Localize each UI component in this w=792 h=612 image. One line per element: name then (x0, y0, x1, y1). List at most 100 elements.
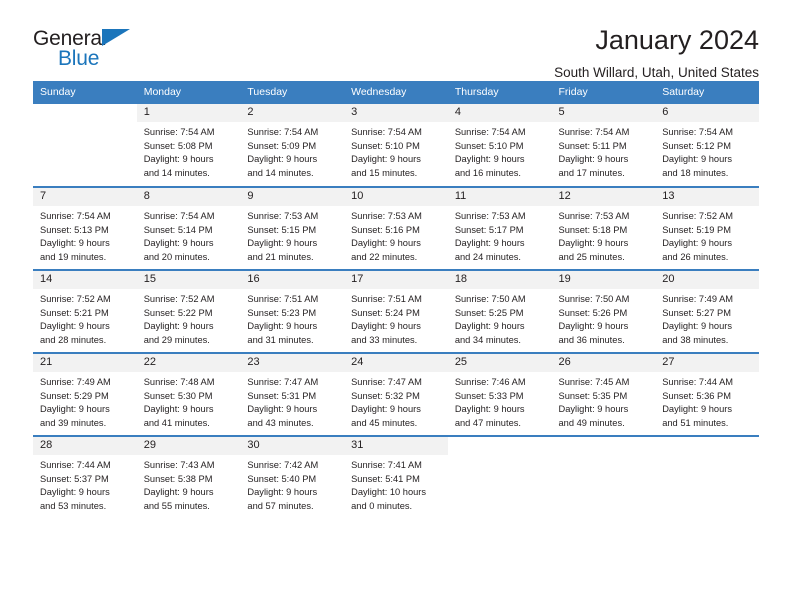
day-cell[interactable]: 6 Sunrise: 7:54 AM Sunset: 5:12 PM Dayli… (655, 104, 759, 187)
day-cell[interactable]: 12 Sunrise: 7:53 AM Sunset: 5:18 PM Dayl… (551, 186, 656, 270)
daylight-text-line1: Daylight: 9 hours (40, 238, 110, 249)
daylight-text-line1: Daylight: 9 hours (558, 154, 629, 165)
calendar-week-row: 14 Sunrise: 7:52 AM Sunset: 5:21 PM Dayl… (33, 269, 759, 353)
day-cell[interactable]: 15 Sunrise: 7:52 AM Sunset: 5:22 PM Dayl… (136, 269, 241, 353)
day-cell[interactable]: 14 Sunrise: 7:52 AM Sunset: 5:21 PM Dayl… (33, 269, 137, 353)
daylight-text-line2: and 26 minutes. (662, 251, 729, 262)
day-cell[interactable]: 3 Sunrise: 7:54 AM Sunset: 5:10 PM Dayli… (344, 104, 448, 187)
daylight-text-line2: and 34 minutes. (454, 334, 521, 345)
page-title: January 2024 (595, 25, 759, 55)
daylight-text-line1: Daylight: 9 hours (143, 154, 214, 165)
day-number: 25 (447, 354, 552, 372)
daylight-text-line2: and 24 minutes. (454, 251, 521, 262)
day-cell[interactable]: 13 Sunrise: 7:52 AM Sunset: 5:19 PM Dayl… (655, 186, 759, 270)
daylight-text-line1: Daylight: 9 hours (40, 404, 110, 415)
day-cell[interactable]: 25 Sunrise: 7:46 AM Sunset: 5:33 PM Dayl… (447, 352, 552, 436)
day-number: 14 (33, 271, 137, 289)
day-cell[interactable]: 22 Sunrise: 7:48 AM Sunset: 5:30 PM Dayl… (136, 352, 241, 436)
daylight-text-line2: and 38 minutes. (662, 334, 729, 345)
calendar-week-row: 21 Sunrise: 7:49 AM Sunset: 5:29 PM Dayl… (33, 352, 759, 436)
daylight-text-line1: Daylight: 9 hours (143, 321, 214, 332)
daylight-text-line1: Daylight: 9 hours (247, 404, 318, 415)
day-number: 30 (240, 437, 345, 455)
sunrise-text: Sunrise: 7:51 AM (351, 294, 422, 304)
day-cell[interactable]: 23 Sunrise: 7:47 AM Sunset: 5:31 PM Dayl… (240, 352, 345, 436)
day-number: 10 (344, 188, 448, 206)
day-details: Sunrise: 7:41 AM Sunset: 5:41 PM Dayligh… (344, 455, 448, 513)
day-number: 16 (240, 271, 345, 289)
daylight-text-line2: and 0 minutes. (351, 500, 413, 511)
day-details: Sunrise: 7:53 AM Sunset: 5:16 PM Dayligh… (344, 206, 448, 264)
sunset-text: Sunset: 5:09 PM (247, 140, 317, 151)
sunrise-text: Sunrise: 7:52 AM (662, 211, 734, 221)
day-cell[interactable]: 7 Sunrise: 7:54 AM Sunset: 5:13 PM Dayli… (33, 186, 137, 270)
day-number (33, 104, 137, 122)
day-details: Sunrise: 7:51 AM Sunset: 5:23 PM Dayligh… (240, 289, 344, 347)
day-cell[interactable]: 31 Sunrise: 7:41 AM Sunset: 5:41 PM Dayl… (344, 435, 448, 519)
sunset-text: Sunset: 5:36 PM (662, 390, 731, 401)
daylight-text-line1: Daylight: 9 hours (247, 487, 318, 498)
day-cell[interactable]: 20 Sunrise: 7:49 AM Sunset: 5:27 PM Dayl… (655, 269, 759, 353)
daylight-text-line1: Daylight: 9 hours (351, 404, 421, 415)
sunset-text: Sunset: 5:27 PM (662, 307, 731, 318)
calendar-week-row: 28 Sunrise: 7:44 AM Sunset: 5:37 PM Dayl… (33, 435, 759, 519)
daylight-text-line2: and 29 minutes. (143, 334, 210, 345)
day-number: 31 (344, 437, 448, 455)
day-cell[interactable]: 5 Sunrise: 7:54 AM Sunset: 5:11 PM Dayli… (551, 104, 656, 187)
sunset-text: Sunset: 5:21 PM (40, 307, 109, 318)
daylight-text-line1: Daylight: 9 hours (662, 238, 732, 249)
day-cell[interactable]: 11 Sunrise: 7:53 AM Sunset: 5:17 PM Dayl… (447, 186, 552, 270)
day-cell[interactable]: 4 Sunrise: 7:54 AM Sunset: 5:10 PM Dayli… (447, 104, 552, 187)
sunrise-text: Sunrise: 7:54 AM (143, 127, 215, 137)
day-cell[interactable]: 28 Sunrise: 7:44 AM Sunset: 5:37 PM Dayl… (33, 435, 137, 519)
day-cell[interactable]: 19 Sunrise: 7:50 AM Sunset: 5:26 PM Dayl… (551, 269, 656, 353)
day-number: 29 (136, 437, 241, 455)
daylight-text-line2: and 49 minutes. (558, 417, 625, 428)
day-details: Sunrise: 7:42 AM Sunset: 5:40 PM Dayligh… (240, 455, 344, 513)
daylight-text-line1: Daylight: 9 hours (247, 154, 318, 165)
day-cell[interactable]: 18 Sunrise: 7:50 AM Sunset: 5:25 PM Dayl… (447, 269, 552, 353)
day-cell[interactable]: 29 Sunrise: 7:43 AM Sunset: 5:38 PM Dayl… (136, 435, 241, 519)
day-cell[interactable]: 21 Sunrise: 7:49 AM Sunset: 5:29 PM Dayl… (33, 352, 137, 436)
sunset-text: Sunset: 5:35 PM (558, 390, 628, 401)
sunrise-text: Sunrise: 7:46 AM (454, 377, 526, 387)
calendar-body: 1 Sunrise: 7:54 AM Sunset: 5:08 PM Dayli… (33, 104, 759, 519)
sunrise-text: Sunrise: 7:44 AM (662, 377, 734, 387)
daylight-text-line1: Daylight: 9 hours (558, 404, 629, 415)
sunrise-text: Sunrise: 7:53 AM (247, 211, 319, 221)
sunrise-text: Sunrise: 7:47 AM (351, 377, 422, 387)
day-details: Sunrise: 7:54 AM Sunset: 5:08 PM Dayligh… (137, 122, 241, 180)
day-cell[interactable]: 27 Sunrise: 7:44 AM Sunset: 5:36 PM Dayl… (655, 352, 759, 436)
daylight-text-line2: and 43 minutes. (247, 417, 314, 428)
sunset-text: Sunset: 5:40 PM (247, 473, 317, 484)
sunrise-text: Sunrise: 7:54 AM (247, 127, 319, 137)
daylight-text-line2: and 57 minutes. (247, 500, 314, 511)
sunrise-text: Sunrise: 7:54 AM (40, 211, 111, 221)
day-cell[interactable]: 17 Sunrise: 7:51 AM Sunset: 5:24 PM Dayl… (344, 269, 448, 353)
page-subtitle: South Willard, Utah, United States (554, 65, 759, 81)
day-cell[interactable]: 10 Sunrise: 7:53 AM Sunset: 5:16 PM Dayl… (344, 186, 448, 270)
day-cell[interactable]: 16 Sunrise: 7:51 AM Sunset: 5:23 PM Dayl… (240, 269, 345, 353)
title-block: January 2024 South Willard, Utah, United… (554, 25, 759, 81)
sunrise-text: Sunrise: 7:54 AM (143, 211, 215, 221)
generalblue-logo[interactable]: General Blue (33, 26, 143, 72)
day-cell[interactable]: 26 Sunrise: 7:45 AM Sunset: 5:35 PM Dayl… (551, 352, 656, 436)
day-cell[interactable]: 2 Sunrise: 7:54 AM Sunset: 5:09 PM Dayli… (240, 104, 345, 187)
daylight-text-line1: Daylight: 9 hours (351, 321, 421, 332)
sunset-text: Sunset: 5:38 PM (143, 473, 213, 484)
daylight-text-line1: Daylight: 9 hours (454, 154, 525, 165)
sunset-text: Sunset: 5:16 PM (351, 224, 420, 235)
sunset-text: Sunset: 5:13 PM (40, 224, 109, 235)
day-cell[interactable]: 8 Sunrise: 7:54 AM Sunset: 5:14 PM Dayli… (136, 186, 241, 270)
day-details: Sunrise: 7:48 AM Sunset: 5:30 PM Dayligh… (137, 372, 241, 430)
day-cell[interactable]: 1 Sunrise: 7:54 AM Sunset: 5:08 PM Dayli… (136, 104, 241, 187)
day-cell[interactable]: 9 Sunrise: 7:53 AM Sunset: 5:15 PM Dayli… (240, 186, 345, 270)
day-details: Sunrise: 7:54 AM Sunset: 5:11 PM Dayligh… (552, 122, 656, 180)
weekday-header-saturday: Saturday (655, 81, 759, 104)
day-number (448, 437, 552, 455)
day-cell[interactable]: 24 Sunrise: 7:47 AM Sunset: 5:32 PM Dayl… (344, 352, 448, 436)
daylight-text-line2: and 28 minutes. (40, 334, 107, 345)
day-details: Sunrise: 7:52 AM Sunset: 5:22 PM Dayligh… (137, 289, 241, 347)
daylight-text-line2: and 20 minutes. (143, 251, 210, 262)
day-cell[interactable]: 30 Sunrise: 7:42 AM Sunset: 5:40 PM Dayl… (240, 435, 345, 519)
